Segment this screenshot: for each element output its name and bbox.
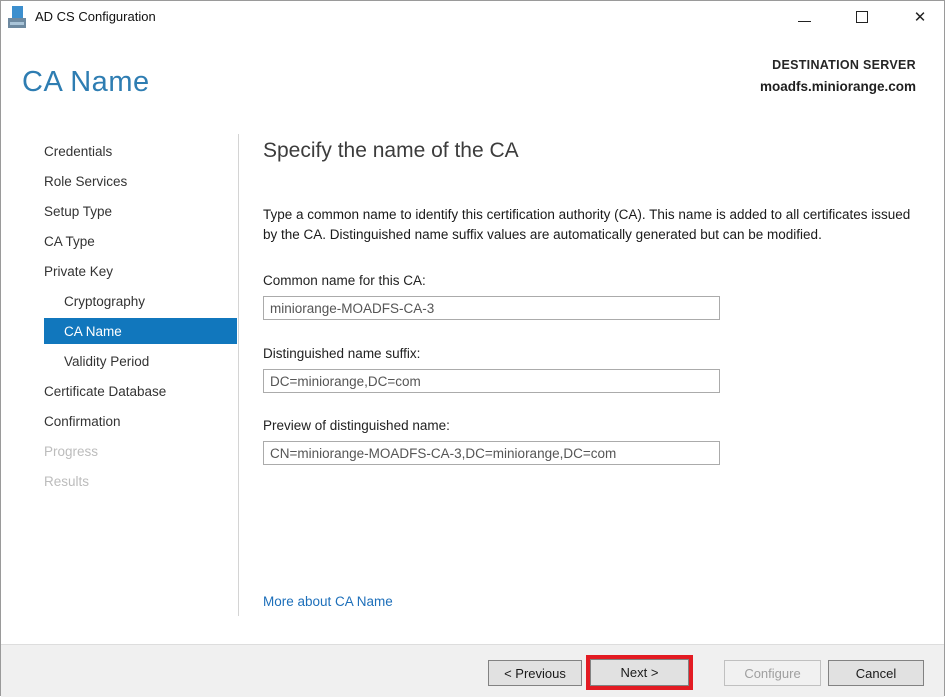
dn-suffix-field-group: Distinguished name suffix: <box>263 346 720 393</box>
title-bar: AD CS Configuration ✕ <box>1 1 944 33</box>
dn-preview-label: Preview of distinguished name: <box>263 418 720 433</box>
sidebar-item-results: Results <box>44 466 237 496</box>
close-icon: ✕ <box>914 10 927 25</box>
dn-suffix-label: Distinguished name suffix: <box>263 346 720 361</box>
sidebar-item-ca-name[interactable]: CA Name <box>44 318 237 344</box>
app-icon <box>8 5 32 29</box>
next-button[interactable]: Next > <box>590 659 689 686</box>
minimize-icon <box>798 21 811 22</box>
common-name-input[interactable] <box>263 296 720 320</box>
common-name-field-group: Common name for this CA: <box>263 273 720 320</box>
dn-preview-input[interactable] <box>263 441 720 465</box>
ad-cs-configuration-window: { "window": { "title": "AD CS Configurat… <box>0 0 945 696</box>
content-description: Type a common name to identify this cert… <box>263 205 921 245</box>
dn-preview-field-group: Preview of distinguished name: <box>263 418 720 465</box>
main-content: Specify the name of the CA Type a common… <box>263 121 923 245</box>
cancel-button[interactable]: Cancel <box>828 660 924 686</box>
close-button[interactable]: ✕ <box>897 1 943 33</box>
sidebar-item-certificate-database[interactable]: Certificate Database <box>44 376 237 406</box>
sidebar-item-ca-type[interactable]: CA Type <box>44 226 237 256</box>
sidebar-item-confirmation[interactable]: Confirmation <box>44 406 237 436</box>
content-heading: Specify the name of the CA <box>263 139 923 163</box>
previous-button[interactable]: < Previous <box>488 660 582 686</box>
sidebar-divider <box>238 134 239 616</box>
maximize-button[interactable] <box>839 1 885 33</box>
destination-server-block: DESTINATION SERVER moadfs.miniorange.com <box>760 58 916 94</box>
sidebar-item-credentials[interactable]: Credentials <box>44 136 237 166</box>
more-about-ca-name-link[interactable]: More about CA Name <box>263 594 393 609</box>
window-title: AD CS Configuration <box>35 9 156 24</box>
configure-button: Configure <box>724 660 821 686</box>
sidebar-item-validity-period[interactable]: Validity Period <box>44 346 237 376</box>
common-name-label: Common name for this CA: <box>263 273 720 288</box>
destination-server-label: DESTINATION SERVER <box>760 58 916 72</box>
dn-suffix-input[interactable] <box>263 369 720 393</box>
destination-server-value: moadfs.miniorange.com <box>760 79 916 94</box>
wizard-footer: < Previous Next > Configure Cancel <box>1 644 944 697</box>
app-icon-stripe <box>10 22 24 25</box>
sidebar-item-progress: Progress <box>44 436 237 466</box>
sidebar-item-role-services[interactable]: Role Services <box>44 166 237 196</box>
sidebar-item-private-key[interactable]: Private Key <box>44 256 237 286</box>
page-title: CA Name <box>22 66 150 99</box>
wizard-steps-sidebar: Credentials Role Services Setup Type CA … <box>44 136 237 496</box>
sidebar-item-setup-type[interactable]: Setup Type <box>44 196 237 226</box>
sidebar-item-cryptography[interactable]: Cryptography <box>44 286 237 316</box>
minimize-button[interactable] <box>781 1 827 33</box>
next-button-highlight-annotation: Next > <box>586 655 693 690</box>
wizard-header: CA Name DESTINATION SERVER moadfs.minior… <box>1 33 944 121</box>
maximize-icon <box>856 11 868 23</box>
